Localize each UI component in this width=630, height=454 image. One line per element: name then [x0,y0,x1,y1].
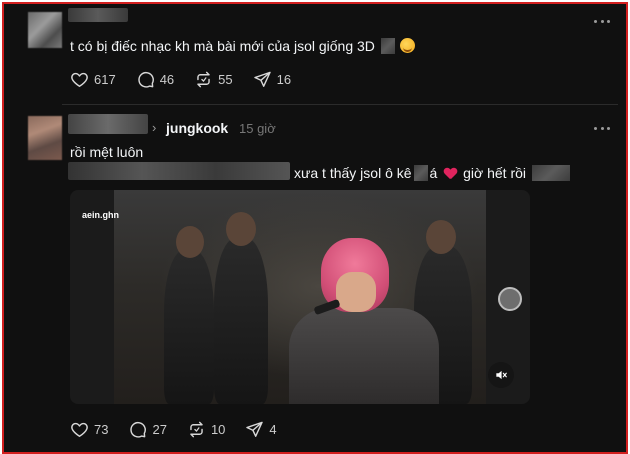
reply-to-username[interactable]: jungkook [166,120,228,136]
dancer [164,250,214,404]
singer-face [336,272,376,312]
post-text-content: t có bị điếc nhạc kh mà bài mới của jsol… [70,38,375,54]
post-text-line-2: xưa t thấy jsol ô kê á giờ hết rồi [294,165,572,181]
heart-icon [71,72,88,87]
repost-icon [197,71,210,88]
comment-button[interactable]: 46 [136,70,174,89]
heart-icon [71,422,88,437]
username-blurred[interactable] [68,114,148,134]
post-text-segment: giờ hết rồi [463,165,527,181]
video-frame [114,190,486,404]
like-count: 617 [94,72,116,87]
repost-icon [190,421,203,438]
dancer-head [176,226,204,258]
repost-button[interactable]: 10 [187,420,225,439]
more-options-icon[interactable] [594,18,610,24]
more-options-icon[interactable] [594,125,610,131]
repost-count: 55 [218,72,233,87]
like-button[interactable]: 617 [70,70,116,89]
broken-heart-icon [444,168,456,180]
redacted-text [380,38,395,54]
like-count: 73 [94,422,109,437]
post-text: t có bị điếc nhạc kh mà bài mới của jsol… [70,38,415,54]
redacted-text [413,165,428,181]
post-text-segment: xưa t thấy jsol ô kê [294,165,412,181]
post-actions: 73 27 10 4 [70,420,297,439]
share-button[interactable]: 16 [253,70,291,89]
speaker-muted-icon [496,370,507,380]
send-icon [253,71,271,87]
singer-body [289,308,439,404]
record-button[interactable] [498,287,522,311]
dancer-head [426,220,456,254]
repost-button[interactable]: 55 [194,70,233,89]
like-button[interactable]: 73 [70,420,108,439]
post-actions: 617 46 55 16 [70,70,311,89]
comment-icon [130,421,147,438]
comment-icon [137,71,154,88]
divider [62,104,618,105]
video-watermark: aein.ghn [82,210,120,220]
smiling-hearts-emoji-icon [399,38,415,53]
post-text-line-1: rồi mệt luôn [70,144,144,160]
threads-feed: t có bị điếc nhạc kh mà bài mới của jsol… [2,2,628,454]
redacted-text [68,162,290,180]
repost-count: 10 [210,422,226,437]
avatar[interactable] [28,12,62,48]
username-blurred[interactable] [68,8,128,22]
comment-count: 27 [152,422,167,437]
comment-count: 46 [159,72,175,87]
post-time: 15 giờ [239,121,276,136]
redacted-text [531,165,570,181]
share-count: 4 [269,422,277,437]
comment-button[interactable]: 27 [128,420,167,439]
reply-chevron-icon: › [152,120,157,135]
send-icon [246,421,264,437]
mute-button[interactable] [488,362,514,388]
avatar[interactable] [28,116,62,160]
video-player[interactable] [70,190,530,404]
post-text-segment: á [429,165,438,181]
share-count: 16 [276,72,292,87]
dancer [214,238,268,404]
share-button[interactable]: 4 [245,420,277,439]
dancer-head [226,212,256,246]
